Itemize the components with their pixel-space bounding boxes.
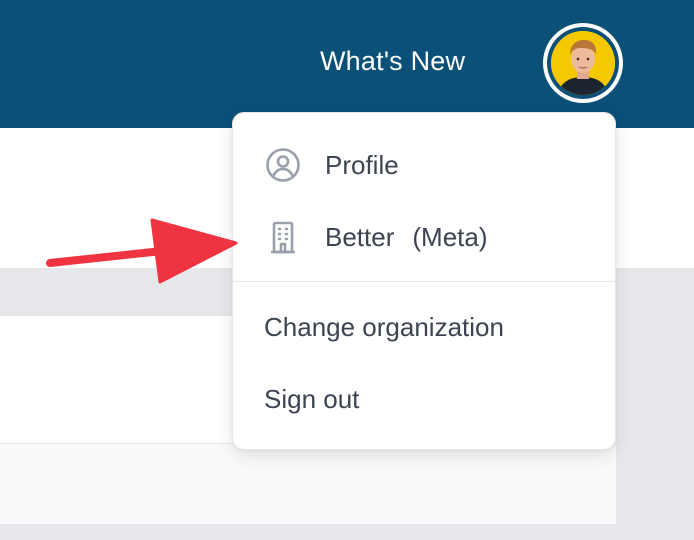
menu-item-label: Sign out	[264, 383, 360, 414]
page-background	[0, 524, 616, 540]
menu-item-label: Change organization	[264, 311, 504, 342]
avatar	[551, 31, 615, 95]
user-circle-icon	[265, 147, 301, 183]
user-avatar-button[interactable]	[543, 23, 623, 103]
whats-new-link[interactable]: What's New	[320, 46, 465, 77]
menu-item-label: Profile	[325, 149, 399, 180]
change-organization-button[interactable]: Change organization	[233, 297, 615, 357]
top-navigation-bar: What's New	[0, 0, 694, 128]
side-gutter	[616, 268, 694, 540]
menu-divider	[233, 281, 615, 282]
menu-item-organization[interactable]: Better (Meta)	[233, 207, 615, 267]
content-row	[0, 444, 616, 524]
organization-tag: (Meta)	[412, 221, 488, 252]
sign-out-button[interactable]: Sign out	[233, 369, 615, 429]
organization-name: Better	[325, 221, 395, 252]
building-icon	[265, 219, 301, 255]
user-dropdown-menu: Profile Better (Meta) Change organizatio…	[232, 112, 616, 450]
menu-item-profile[interactable]: Profile	[233, 135, 615, 195]
